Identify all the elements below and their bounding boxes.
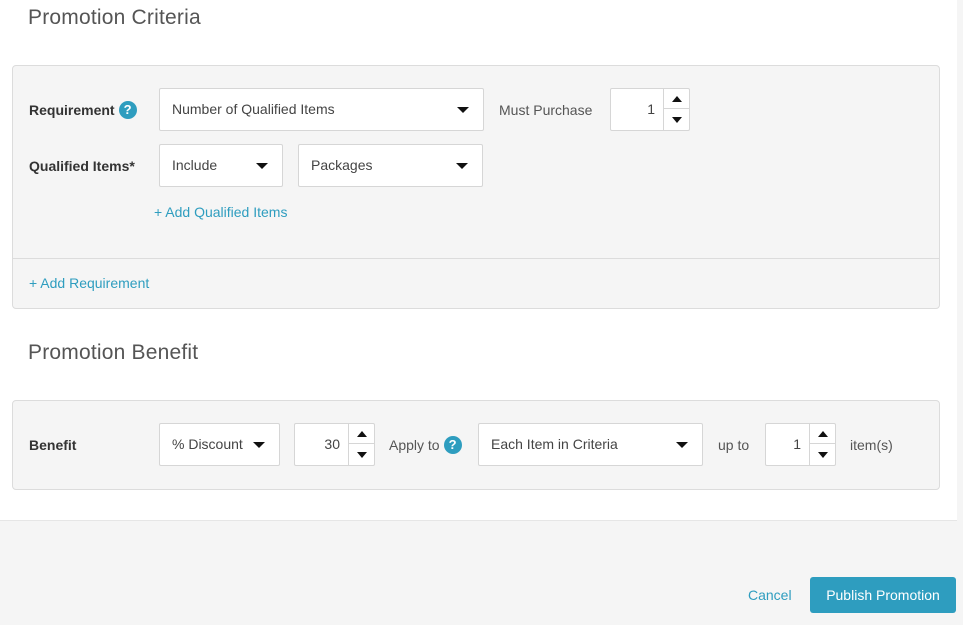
caret-down-icon — [676, 442, 688, 448]
include-select-value: Include — [172, 157, 218, 173]
requirement-help-icon[interactable]: ? — [118, 101, 137, 120]
criteria-section-title: Promotion Criteria — [28, 6, 201, 29]
increment-button[interactable] — [810, 424, 835, 444]
decrement-button[interactable] — [349, 444, 374, 464]
stepper-buttons — [663, 89, 689, 130]
criteria-panel: Requirement? Number of Qualified Items M… — [12, 65, 940, 309]
decrement-button[interactable] — [810, 444, 835, 464]
benefit-label: Benefit — [29, 437, 77, 453]
caret-up-icon — [818, 431, 828, 437]
add-requirement-link[interactable]: + Add Requirement — [29, 275, 149, 291]
caret-up-icon — [672, 96, 682, 102]
up-to-label: up to — [718, 437, 750, 453]
requirement-label: Requirement? — [29, 101, 137, 120]
stepper-buttons — [348, 424, 374, 465]
packages-select-value: Packages — [311, 157, 373, 173]
items-unit-label: item(s) — [850, 437, 893, 453]
benefit-panel: Benefit % Discount 30 Apply to? Each Ite… — [12, 400, 940, 490]
caret-up-icon — [357, 431, 367, 437]
packages-select[interactable]: Packages — [298, 144, 483, 187]
apply-to-select[interactable]: Each Item in Criteria — [478, 423, 703, 466]
requirement-select[interactable]: Number of Qualified Items — [159, 88, 484, 131]
must-purchase-value[interactable]: 1 — [611, 89, 663, 130]
caret-down-icon — [256, 163, 268, 169]
caret-down-icon — [818, 452, 828, 458]
apply-to-label-text: Apply to — [389, 437, 440, 453]
increment-button[interactable] — [349, 424, 374, 444]
caret-down-icon — [357, 452, 367, 458]
cancel-button[interactable]: Cancel — [748, 587, 792, 603]
up-to-stepper[interactable]: 1 — [765, 423, 836, 466]
benefit-section-title: Promotion Benefit — [28, 341, 199, 364]
must-purchase-label: Must Purchase — [499, 102, 593, 118]
caret-down-icon — [457, 107, 469, 113]
up-to-value[interactable]: 1 — [766, 424, 809, 465]
discount-value[interactable]: 30 — [295, 424, 348, 465]
promotion-form-card: Promotion Criteria Requirement? Number o… — [0, 0, 957, 521]
must-purchase-stepper[interactable]: 1 — [610, 88, 690, 131]
publish-promotion-button[interactable]: Publish Promotion — [810, 577, 956, 613]
discount-type-select[interactable]: % Discount — [159, 423, 280, 466]
decrement-button[interactable] — [664, 109, 689, 129]
discount-value-stepper[interactable]: 30 — [294, 423, 375, 466]
qualified-items-label: Qualified Items* — [29, 158, 135, 174]
discount-type-value: % Discount — [172, 436, 243, 452]
panel-divider — [13, 258, 939, 259]
stepper-buttons — [809, 424, 835, 465]
include-select[interactable]: Include — [159, 144, 283, 187]
apply-to-help-icon[interactable]: ? — [443, 436, 462, 455]
requirement-label-text: Requirement — [29, 102, 115, 118]
apply-to-label: Apply to? — [389, 436, 462, 455]
caret-down-icon — [672, 117, 682, 123]
caret-down-icon — [456, 163, 468, 169]
add-qualified-items-link[interactable]: + Add Qualified Items — [154, 204, 287, 220]
increment-button[interactable] — [664, 89, 689, 109]
caret-down-icon — [253, 442, 265, 448]
apply-to-select-value: Each Item in Criteria — [491, 436, 618, 452]
requirement-select-value: Number of Qualified Items — [172, 101, 335, 117]
